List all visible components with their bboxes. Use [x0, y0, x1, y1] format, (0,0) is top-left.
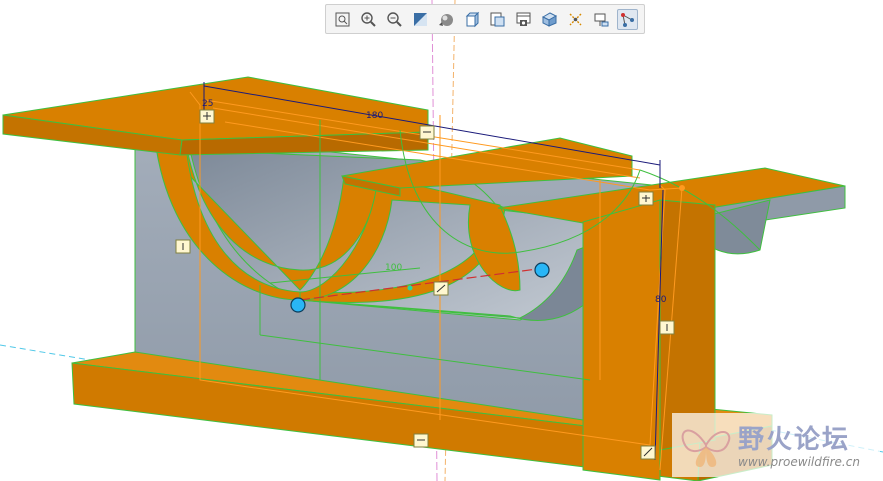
perpendicular-constraint-icon-2[interactable]	[638, 191, 654, 206]
dimension-width-label: 180	[366, 111, 383, 121]
perspective-view-button[interactable]	[513, 9, 534, 30]
saved-orientations-icon	[465, 11, 479, 27]
saved-orientations-button[interactable]	[462, 9, 483, 30]
perpendicular-constraint-icon[interactable]	[199, 109, 215, 124]
display-style-icon	[438, 13, 453, 26]
vertical-constraint-icon-2[interactable]	[659, 320, 675, 335]
vertical-constraint-icon[interactable]	[175, 239, 191, 254]
butterfly-logo-icon	[681, 429, 731, 467]
refit-button[interactable]	[332, 9, 353, 30]
watermark-url: www.proewildfire.cn	[738, 455, 860, 469]
repaint-button[interactable]	[410, 9, 431, 30]
view-manager-button[interactable]	[487, 9, 508, 30]
annotation-display-icon	[594, 13, 609, 26]
left-flange[interactable]	[2, 76, 429, 156]
parallel-constraint-icon[interactable]	[433, 281, 449, 296]
sketch-point[interactable]	[679, 185, 685, 191]
zoom-out-button[interactable]	[384, 9, 405, 30]
sketch-display-button[interactable]	[616, 8, 638, 30]
model-viewport[interactable]: 180 80 100 25	[0, 0, 883, 481]
dimension-small-label: 25	[202, 99, 213, 109]
sketch-point-2[interactable]	[407, 285, 413, 291]
drag-handle-left[interactable]	[290, 297, 306, 313]
display-style-button[interactable]	[436, 9, 457, 30]
tangent-constraint-icon[interactable]	[640, 445, 656, 460]
refit-icon	[335, 12, 350, 26]
sketch-display-icon	[620, 12, 634, 27]
watermark-title: 野火论坛	[738, 425, 851, 455]
dimension-height-label: 80	[655, 295, 667, 305]
repaint-icon	[413, 12, 427, 26]
perspective-view-icon	[516, 12, 531, 26]
dimension-depth-label: 100	[385, 263, 402, 273]
annotation-display-button[interactable]	[591, 9, 612, 30]
zoom-in-icon	[361, 11, 376, 27]
section-view-button[interactable]	[539, 9, 560, 30]
drag-handle-right[interactable]	[534, 262, 550, 278]
datum-display-button[interactable]	[565, 9, 586, 30]
forum-watermark: 野火论坛 www.proewildfire.cn	[672, 413, 880, 477]
graphics-toolbar	[325, 4, 645, 34]
section-view-icon	[541, 11, 558, 27]
horizontal-constraint-icon[interactable]	[419, 125, 435, 140]
horizontal-constraint-icon-2[interactable]	[413, 433, 429, 448]
datum-display-icon	[569, 13, 582, 25]
zoom-out-icon	[387, 11, 402, 27]
zoom-in-button[interactable]	[358, 9, 379, 30]
view-manager-icon	[490, 12, 505, 26]
